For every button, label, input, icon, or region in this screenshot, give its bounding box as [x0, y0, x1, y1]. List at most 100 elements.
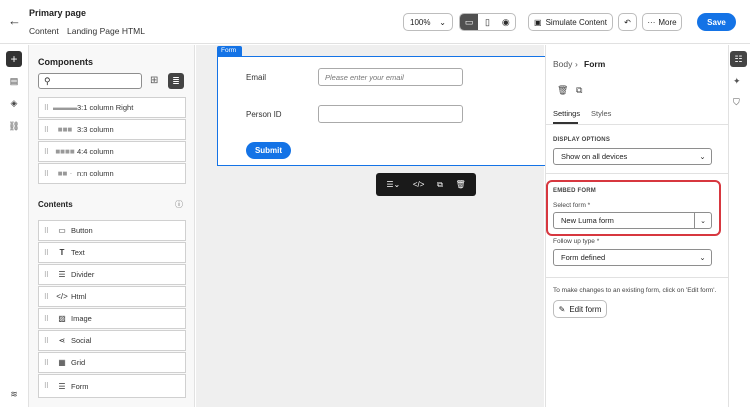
- more-button[interactable]: ··· More: [642, 13, 682, 31]
- display-options-select[interactable]: Show on all devices ⌄: [553, 148, 712, 165]
- item-label: 3:1 column Right: [77, 103, 134, 112]
- list-item-text[interactable]: ⠿ T Text: [38, 242, 186, 263]
- undo-button[interactable]: ↶: [618, 13, 637, 31]
- add-icon[interactable]: +: [6, 51, 22, 67]
- properties-settings-icon[interactable]: ☷: [730, 51, 747, 67]
- list-item-3-1-column-right[interactable]: ⠿ ▬▬▬ 3:1 column Right: [38, 97, 186, 118]
- mobile-icon[interactable]: ▯: [478, 14, 496, 30]
- list-item-button[interactable]: ⠿ ▭ Button: [38, 220, 186, 241]
- drag-handle-icon: ⠿: [43, 148, 49, 156]
- zoom-value: 100%: [410, 17, 431, 27]
- chevron-right-icon: ›: [575, 59, 578, 69]
- device-toggle-group: ▭ ▯ ◉: [459, 13, 516, 31]
- list-item-image[interactable]: ⠿ ▨ Image: [38, 308, 186, 329]
- select-form-dropdown[interactable]: New Luma form ⌄: [553, 212, 712, 229]
- item-label: Form: [71, 381, 89, 391]
- delete-icon[interactable]: 🗑: [455, 180, 465, 189]
- link-icon[interactable]: ⛓: [6, 118, 22, 134]
- list-item-form[interactable]: ⠿ ☰ Form: [38, 374, 186, 398]
- embed-form-title: EMBED FORM: [553, 188, 596, 194]
- list-item-3-3-column[interactable]: ⠿ ■■■ 3:3 column: [38, 119, 186, 140]
- submit-button[interactable]: Submit: [246, 142, 291, 159]
- breadcrumb-content[interactable]: Content: [29, 26, 59, 36]
- layers-icon[interactable]: ◈: [6, 95, 22, 111]
- list-item-divider[interactable]: ⠿ ☰ Divider: [38, 264, 186, 285]
- grid-icon: ▦: [58, 358, 66, 367]
- help-layers-icon[interactable]: ≋: [6, 386, 22, 402]
- text-icon: T: [59, 248, 65, 257]
- breadcrumb-form: Form: [584, 59, 606, 69]
- list-item-grid[interactable]: ⠿ ▦ Grid: [38, 352, 186, 373]
- pencil-icon: ✎: [558, 304, 566, 314]
- form-component-tag: Form: [217, 46, 242, 56]
- item-label: Button: [71, 226, 93, 235]
- ellipsis-icon: ···: [647, 17, 656, 27]
- tab-styles[interactable]: Styles: [591, 109, 611, 118]
- list-item-social[interactable]: ⠿ ⋖ Social: [38, 330, 186, 351]
- display-options-title: DISPLAY OPTIONS: [553, 137, 611, 143]
- image-icon: ▨: [58, 314, 66, 323]
- breadcrumb-body[interactable]: Body: [553, 59, 572, 69]
- code-icon[interactable]: </>: [413, 180, 425, 189]
- info-icon[interactable]: ⓘ: [175, 199, 183, 210]
- shield-icon[interactable]: ⛉: [733, 97, 740, 108]
- column-icon: ■■■: [57, 125, 73, 134]
- chevron-down-icon: ⌄: [699, 152, 706, 161]
- select-form-value: New Luma form: [561, 216, 614, 225]
- duplicate-icon[interactable]: ⧉: [576, 85, 582, 96]
- simulate-label: Simulate Content: [545, 17, 607, 27]
- desktop-icon[interactable]: ▭: [460, 14, 479, 30]
- edit-form-hint: To make changes to an existing form, cli…: [553, 287, 717, 294]
- chevron-down-icon: ⌄: [699, 253, 706, 262]
- magic-wand-icon[interactable]: ✦: [733, 76, 741, 87]
- list-view-icon[interactable]: ≣: [168, 73, 184, 89]
- divider-icon: ☰: [58, 270, 66, 279]
- drag-handle-icon: ⠿: [43, 315, 49, 323]
- person-id-label: Person ID: [246, 110, 282, 119]
- follow-up-select[interactable]: Form defined ⌄: [553, 249, 712, 266]
- drag-handle-icon: ⠿: [43, 104, 49, 112]
- email-field[interactable]: Please enter your email: [318, 68, 463, 86]
- list-item-html[interactable]: ⠿ </> Html: [38, 286, 186, 307]
- drag-handle-icon: ⠿: [43, 337, 49, 345]
- item-label: Text: [71, 248, 85, 257]
- simulate-content-button[interactable]: ▣ Simulate Content: [528, 13, 613, 31]
- list-item-n-n-column[interactable]: ⠿ ■■ · n:n column: [38, 163, 186, 184]
- item-label: n:n column: [77, 169, 114, 178]
- chevron-down-icon[interactable]: ⌄: [694, 213, 711, 228]
- item-label: Image: [71, 314, 92, 323]
- drag-handle-icon: ⠿: [43, 249, 49, 257]
- preview-eye-icon[interactable]: ◉: [497, 14, 515, 30]
- delete-icon[interactable]: 🗑: [557, 85, 568, 96]
- duplicate-icon[interactable]: ⧉: [437, 180, 443, 190]
- edit-form-button[interactable]: ✎ Edit form: [553, 300, 607, 318]
- item-label: Divider: [71, 270, 95, 279]
- grid-view-icon[interactable]: ⊞: [150, 75, 158, 86]
- item-label: Grid: [71, 358, 86, 367]
- item-label: 3:3 column: [77, 125, 114, 134]
- drag-handle-icon: ⠿: [43, 383, 49, 390]
- code-icon: </>: [56, 292, 68, 301]
- follow-up-value: Form defined: [561, 253, 606, 262]
- person-id-field[interactable]: [318, 105, 463, 123]
- display-value: Show on all devices: [561, 152, 628, 161]
- email-label: Email: [246, 73, 267, 82]
- components-title: Components: [38, 57, 93, 67]
- simulate-icon: ▣: [534, 17, 542, 27]
- divider: [545, 173, 728, 174]
- search-icon: ⚲: [44, 76, 51, 86]
- column-icon: ■■ ·: [57, 169, 73, 178]
- undo-icon: ↶: [624, 17, 631, 27]
- tab-settings[interactable]: Settings: [553, 109, 580, 118]
- align-menu-icon[interactable]: ☰⌄: [386, 180, 400, 189]
- back-arrow-icon[interactable]: ←: [8, 14, 22, 28]
- zoom-select[interactable]: 100% ⌄: [403, 13, 453, 31]
- assets-icon[interactable]: ▤: [6, 73, 22, 89]
- form-icon: ☰: [58, 381, 66, 391]
- floating-toolbar: ☰⌄ </> ⧉ 🗑: [376, 173, 476, 196]
- list-item-4-4-column[interactable]: ⠿ ■■■■ 4:4 column: [38, 141, 186, 162]
- breadcrumb-landing-page[interactable]: Landing Page HTML: [67, 26, 145, 36]
- drag-handle-icon: ⠿: [43, 227, 49, 235]
- save-button[interactable]: Save: [697, 13, 736, 31]
- search-input[interactable]: ⚲: [38, 73, 142, 89]
